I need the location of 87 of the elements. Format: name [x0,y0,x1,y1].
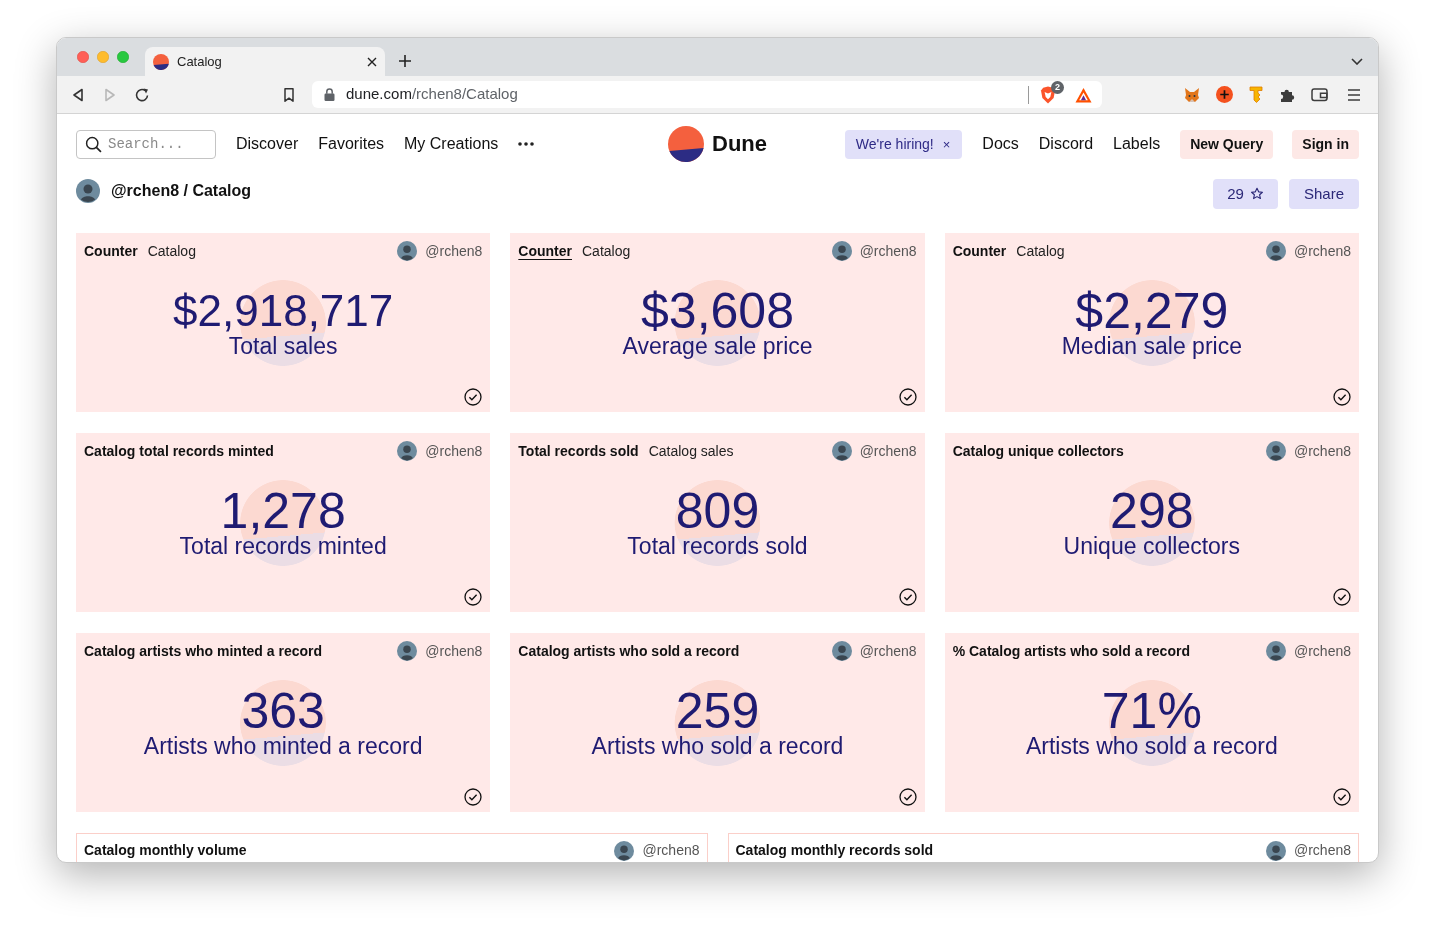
owner-link[interactable]: @rchen8 [1293,240,1351,262]
new-query-button[interactable]: New Query [1180,129,1274,159]
avatar-icon [397,241,418,261]
query-link[interactable]: Catalog sales [648,440,734,462]
brand-name[interactable]: Dune [712,130,767,158]
check-circle-icon [1333,388,1351,406]
star-button[interactable]: 29 [1213,179,1278,209]
chart-title[interactable]: Catalog monthly records sold [735,840,934,861]
wallet-icon[interactable] [1311,87,1328,102]
counter-value: $3,608 [641,286,794,336]
chevron-down-icon[interactable] [1351,57,1363,65]
avatar-icon [1265,641,1286,661]
check-circle-icon [1333,588,1351,606]
nav-link[interactable]: Docs [982,132,1019,156]
owner-link[interactable]: @rchen8 [1293,440,1351,462]
dismiss-button[interactable]: × [942,137,951,151]
avatar-icon [397,441,418,461]
counter-value: 1,278 [220,486,346,536]
nav-link[interactable]: Labels [1113,132,1161,156]
owner-link[interactable]: @rchen8 [425,240,483,262]
nav-link[interactable]: Favorites [318,132,385,156]
visualization-link[interactable]: Catalog unique collectors [952,440,1124,462]
bookmark-icon[interactable] [281,86,297,103]
counter-value: $2,279 [1075,286,1229,336]
search-field[interactable]: Search... [76,129,216,159]
search-icon [85,135,102,153]
query-link[interactable]: Catalog [147,240,196,262]
owner-link[interactable]: @rchen8 [1293,840,1351,861]
avatar-icon [614,840,635,861]
more-icon[interactable] [518,142,535,146]
nav-link[interactable]: My Creations [404,132,499,156]
count-badge: 2 [1051,80,1064,94]
avatar-icon [397,641,418,661]
check-circle-icon [898,388,917,406]
triangle-icon[interactable] [1075,86,1092,103]
check-circle-icon [1333,788,1351,806]
nav-link[interactable]: Discord [1038,132,1094,156]
owner-link[interactable]: @rchen8 [425,440,483,462]
new-tab-icon[interactable] [399,55,411,67]
owner-link[interactable]: @rchen8 [642,840,700,861]
browser-tab[interactable]: Catalog [145,47,385,76]
check-circle-icon [898,588,917,606]
back-icon[interactable] [70,86,86,103]
owner-link[interactable]: @rchen8 [1293,640,1351,662]
nav-link[interactable]: Discover [236,132,299,156]
check-circle-icon [464,588,483,606]
avatar-icon [831,641,852,661]
avatar-icon [1265,441,1286,461]
avatar-icon [76,179,100,203]
chart-title[interactable]: Catalog monthly volume [84,840,247,861]
owner-link[interactable]: @rchen8 [859,440,917,462]
visualization-link[interactable]: Counter [518,240,572,262]
fox-icon[interactable] [1184,86,1200,103]
url-text: dune.com/rchen8/Catalog [346,84,518,105]
owner-link[interactable]: @rchen8 [859,640,917,662]
avatar-icon [1265,840,1286,861]
avatar-icon [831,241,852,261]
visualization-link[interactable]: Counter [84,240,138,262]
menu-icon[interactable] [1347,87,1361,102]
owner-link[interactable]: @rchen8 [859,240,917,262]
reload-icon[interactable] [134,86,150,103]
shield-icon[interactable] [1040,85,1056,104]
query-link[interactable]: Catalog [582,240,631,262]
share-button[interactable]: Share [1288,179,1359,209]
lock-icon [324,88,335,101]
owner-link[interactable]: @rchen8 [425,640,483,662]
check-circle-icon [464,788,483,806]
visualization-link[interactable]: % Catalog artists who sold a record [952,640,1190,662]
close-icon[interactable] [367,56,377,67]
query-link[interactable]: Catalog [1016,240,1065,262]
visualization-link[interactable]: Catalog artists who minted a record [84,640,323,662]
check-circle-icon [464,388,483,406]
sign-in-button[interactable]: Sign in [1292,129,1359,159]
visualization-link[interactable]: Catalog artists who sold a record [518,640,740,662]
star-icon [1249,187,1264,201]
favicon-icon [153,53,169,70]
dashboard-title: @rchen8 / Catalog [111,181,252,201]
hiring-link[interactable]: We're hiring! [855,133,934,155]
avatar-icon [1265,241,1286,261]
address-bar[interactable]: dune.com/rchen8/Catalog 2 [312,81,1102,108]
visualization-link[interactable]: Catalog total records minted [84,440,274,462]
logo-icon[interactable] [668,126,704,162]
visualization-link[interactable]: Total records sold [518,440,639,462]
visualization-link[interactable]: Counter [952,240,1007,262]
plus-circle-icon[interactable] [1216,86,1233,103]
avatar-icon [831,441,852,461]
check-circle-icon [898,788,917,806]
